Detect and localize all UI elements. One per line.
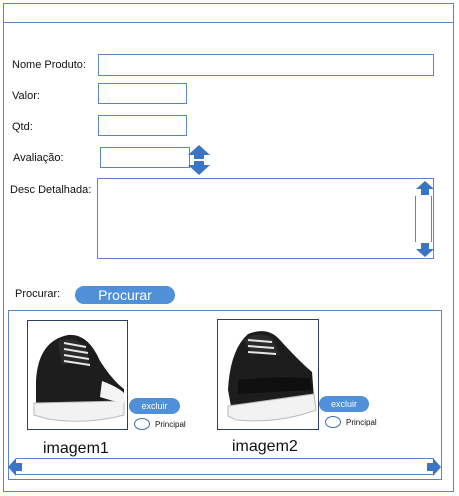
textarea-scroll-track-edge (431, 196, 432, 242)
gallery-scroll-left[interactable] (7, 457, 23, 477)
arrow-up-icon (416, 181, 434, 195)
arrow-right-icon (427, 458, 441, 476)
textarea-scroll-track[interactable] (415, 196, 416, 242)
desc-detalhada-label: Desc Detalhada: (10, 184, 92, 196)
valor-label: Valor: (12, 90, 40, 102)
arrow-left-icon (8, 458, 22, 476)
scroll-track-bottom (16, 474, 434, 475)
avaliacao-input[interactable] (100, 147, 190, 168)
qtd-input[interactable] (98, 115, 187, 136)
image-caption-1: imagem1 (43, 440, 109, 457)
principal-label-1: Principal (155, 420, 186, 429)
sneaker-image (33, 334, 125, 422)
sneaker-image (227, 331, 317, 422)
product-image-1[interactable] (27, 320, 128, 430)
avaliacao-label: Avaliação: (13, 152, 64, 164)
desc-detalhada-textarea[interactable] (97, 178, 434, 259)
excluir-button-1[interactable]: excluir (129, 398, 180, 414)
nome-produto-label: Nome Produto: (12, 59, 86, 71)
gallery-scroll-right[interactable] (426, 457, 442, 477)
principal-radio-1[interactable] (134, 418, 150, 430)
product-image-2[interactable] (217, 319, 319, 430)
procurar-button[interactable]: Procurar (75, 286, 175, 304)
arrow-down-icon (416, 243, 434, 257)
valor-input[interactable] (98, 83, 187, 104)
scroll-track-top (16, 458, 434, 459)
gallery-horizontal-scrollbar[interactable] (8, 458, 442, 476)
textarea-scroll-up[interactable] (415, 180, 435, 196)
image-caption-2: imagem2 (232, 438, 298, 455)
excluir-button-2[interactable]: excluir (319, 396, 369, 412)
principal-radio-2[interactable] (325, 416, 341, 428)
qtd-label: Qtd: (12, 121, 33, 133)
avaliacao-stepper[interactable] (187, 144, 211, 176)
principal-label-2: Principal (346, 418, 377, 427)
textarea-scroll-down[interactable] (415, 242, 435, 258)
stepper-up-down-icon (188, 145, 210, 175)
procurar-label: Procurar: (15, 288, 61, 300)
title-bar (3, 3, 454, 23)
nome-produto-input[interactable] (98, 54, 434, 76)
